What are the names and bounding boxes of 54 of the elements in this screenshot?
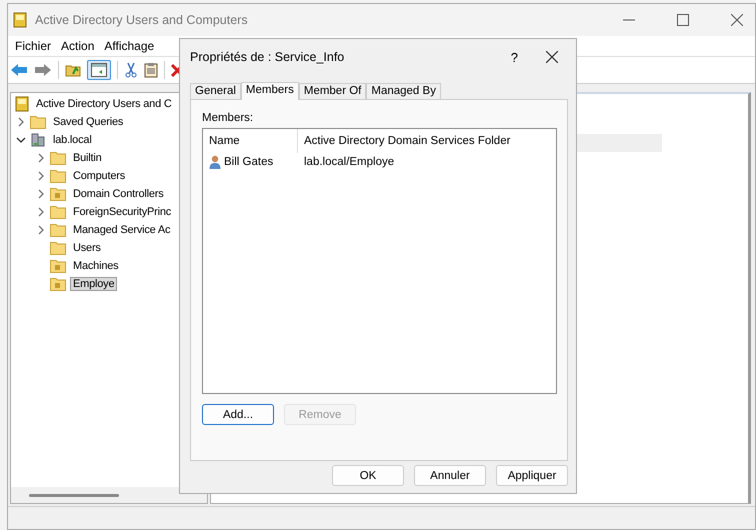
- member-folder: lab.local/Employe: [303, 156, 394, 168]
- members-label: Members:: [202, 112, 254, 124]
- window-title: Active Directory Users and Computers: [35, 13, 248, 27]
- menu-item[interactable]: Action: [56, 37, 100, 55]
- tree-item[interactable]: Users: [70, 241, 104, 255]
- menu-item[interactable]: Fichier: [10, 37, 56, 55]
- member-name[interactable]: Bill Gates: [224, 156, 274, 168]
- tree-item[interactable]: Machines: [70, 259, 122, 273]
- cancel-button[interactable]: Annuler: [414, 465, 486, 486]
- domain-icon: [30, 133, 46, 147]
- tab[interactable]: General: [190, 83, 241, 99]
- folder-icon: [50, 205, 66, 219]
- tree-item[interactable]: Employe: [70, 277, 118, 291]
- tab[interactable]: Member Of: [298, 83, 366, 99]
- ok-button[interactable]: OK: [332, 465, 404, 486]
- folder-icon: [50, 241, 66, 255]
- forward-arrow-icon[interactable]: [34, 63, 52, 77]
- apply-button[interactable]: Appliquer: [496, 465, 568, 486]
- clipboard-icon[interactable]: [144, 62, 158, 78]
- tree-item[interactable]: Computers: [70, 169, 128, 183]
- scrollbar-thumb[interactable]: [29, 494, 119, 496]
- tree-item[interactable]: Active Directory Users and C: [33, 97, 175, 111]
- tree-item[interactable]: Domain Controllers: [70, 187, 167, 201]
- close-icon[interactable]: [731, 14, 743, 26]
- folder-icon: [50, 223, 66, 237]
- delete-icon[interactable]: [171, 63, 179, 77]
- folder-up-icon[interactable]: [65, 63, 81, 77]
- tree-item[interactable]: Builtin: [70, 151, 105, 165]
- maximize-button[interactable]: [677, 14, 689, 26]
- book-icon: [15, 96, 29, 112]
- folder-icon: [50, 169, 66, 183]
- folder-icon: [50, 259, 66, 273]
- add-button[interactable]: Add...: [202, 404, 274, 425]
- folder-icon: [50, 151, 66, 165]
- dialog-title: Propriétés de : Service_Info: [190, 50, 344, 64]
- user-icon: [209, 155, 221, 169]
- tree-item[interactable]: lab.local: [50, 133, 95, 147]
- console-tree-button[interactable]: [87, 60, 111, 80]
- tab[interactable]: Managed By: [366, 83, 441, 99]
- tab[interactable]: Members: [240, 82, 299, 100]
- close-icon[interactable]: [546, 51, 558, 63]
- folder-icon: [30, 115, 46, 129]
- tree-item[interactable]: Saved Queries: [50, 115, 126, 129]
- column-header[interactable]: Name: [203, 129, 298, 153]
- app-icon: [13, 12, 27, 28]
- back-arrow-icon[interactable]: [10, 63, 28, 77]
- folder-icon: [50, 277, 66, 291]
- scissors-icon[interactable]: [124, 62, 138, 78]
- column-header[interactable]: Active Directory Domain Services Folder: [298, 135, 510, 147]
- help-button[interactable]: ?: [510, 50, 518, 64]
- tree-item[interactable]: ForeignSecurityPrinc: [70, 205, 174, 219]
- folder-icon: [50, 187, 66, 201]
- menu-item[interactable]: Affichage: [99, 37, 160, 55]
- tree-item[interactable]: Managed Service Ac: [70, 223, 174, 237]
